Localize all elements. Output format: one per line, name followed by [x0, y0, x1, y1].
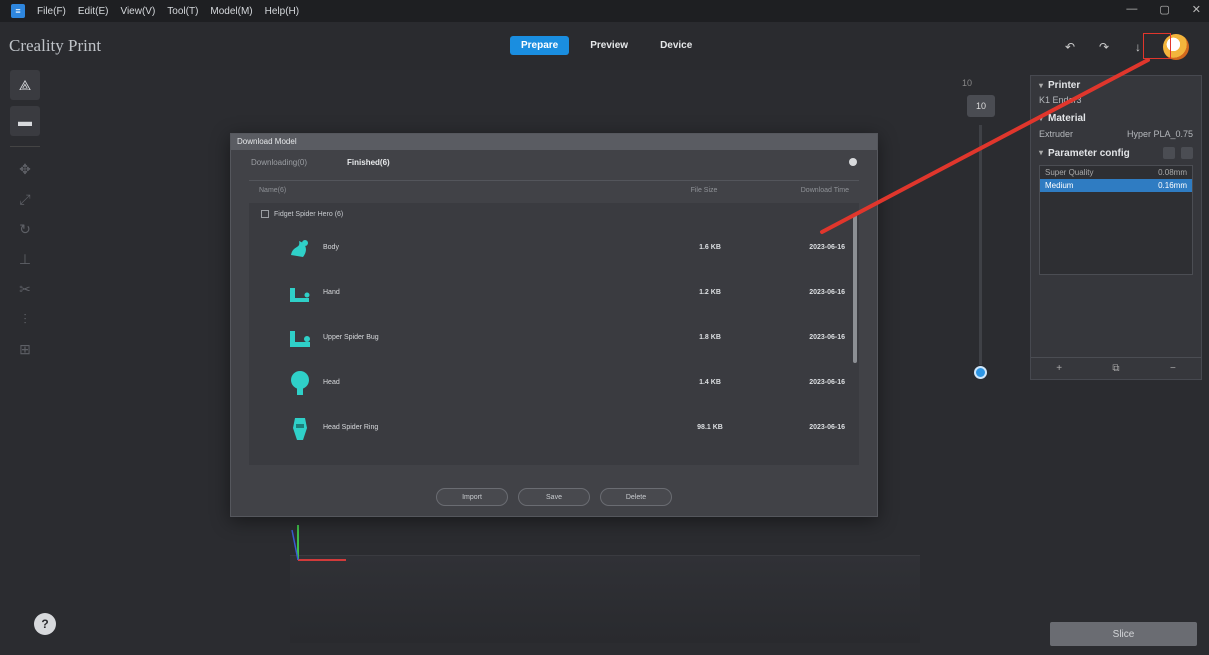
- annotation-arrow: [820, 58, 1150, 234]
